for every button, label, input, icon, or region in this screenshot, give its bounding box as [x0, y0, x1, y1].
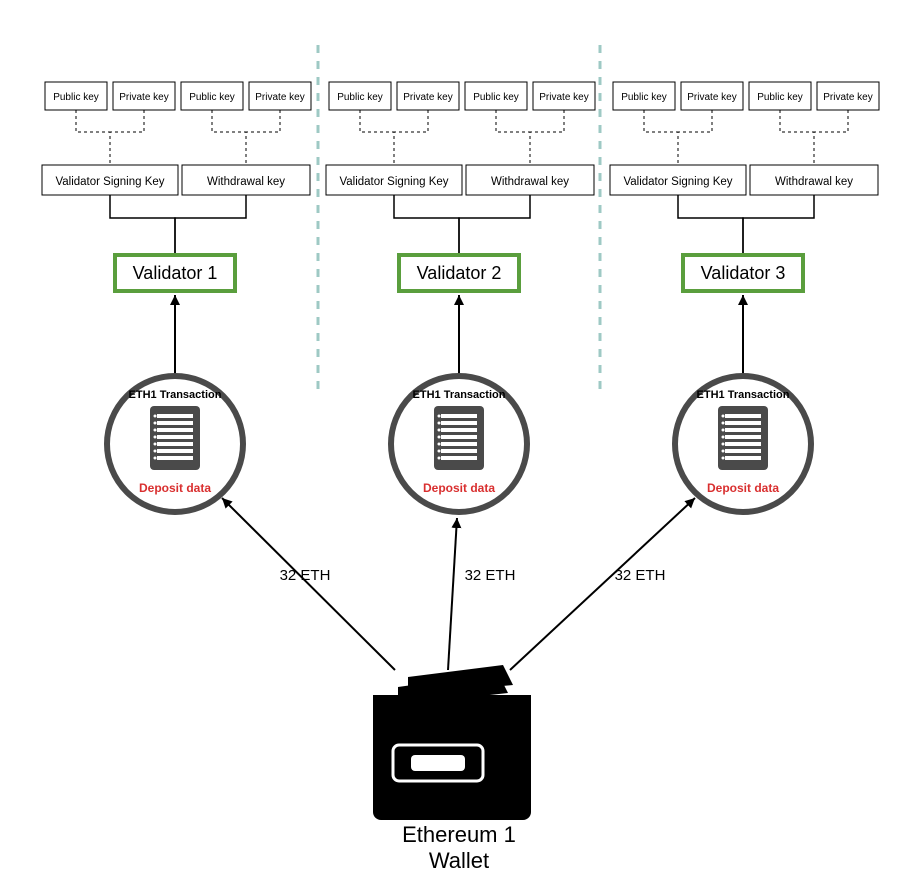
transaction-label: ETH1 Transaction: [697, 389, 790, 401]
signing-key-label: Validator Signing Key: [55, 176, 164, 188]
document-icon: [150, 406, 200, 470]
private-key-label: Private key: [823, 92, 872, 103]
public-key-label: Public key: [473, 92, 519, 103]
transaction-node: ETH1 Transaction Deposit data: [391, 376, 527, 512]
deposit-label: Deposit data: [139, 481, 211, 495]
public-key-label: Public key: [337, 92, 383, 103]
private-key-label: Private key: [687, 92, 736, 103]
deposit-label: Deposit data: [707, 481, 779, 495]
transaction-node: ETH1 Transaction Deposit data: [675, 376, 811, 512]
deposit-amount-label: 32 ETH: [280, 567, 331, 584]
document-icon: [718, 406, 768, 470]
withdrawal-key-label: Withdrawal key: [207, 176, 285, 188]
wallet-label-line2: Wallet: [429, 848, 489, 873]
document-icon: [434, 406, 484, 470]
withdrawal-key-label: Withdrawal key: [775, 176, 853, 188]
validator-name: Validator 3: [701, 263, 786, 283]
deposit-amount-label: 32 ETH: [615, 567, 666, 584]
validator-name: Validator 1: [133, 263, 218, 283]
transaction-label: ETH1 Transaction: [129, 389, 222, 401]
public-key-label: Public key: [189, 92, 235, 103]
deposit-amount-label: 32 ETH: [465, 567, 516, 584]
private-key-label: Private key: [255, 92, 304, 103]
public-key-label: Public key: [621, 92, 667, 103]
private-key-label: Private key: [403, 92, 452, 103]
transaction-node: ETH1 Transaction Deposit data: [107, 376, 243, 512]
public-key-label: Public key: [757, 92, 803, 103]
signing-key-label: Validator Signing Key: [339, 176, 448, 188]
private-key-label: Private key: [539, 92, 588, 103]
diagram-canvas: Public key Private key Public key Privat…: [0, 0, 918, 882]
signing-key-label: Validator Signing Key: [623, 176, 732, 188]
column-validator-2: Public key Private key Public key Privat…: [326, 82, 595, 670]
transaction-label: ETH1 Transaction: [413, 389, 506, 401]
private-key-label: Private key: [119, 92, 168, 103]
withdrawal-key-label: Withdrawal key: [491, 176, 569, 188]
validator-name: Validator 2: [417, 263, 502, 283]
wallet-icon: [373, 665, 531, 820]
deposit-label: Deposit data: [423, 481, 495, 495]
wallet-label-line1: Ethereum 1: [402, 822, 516, 847]
public-key-label: Public key: [53, 92, 99, 103]
